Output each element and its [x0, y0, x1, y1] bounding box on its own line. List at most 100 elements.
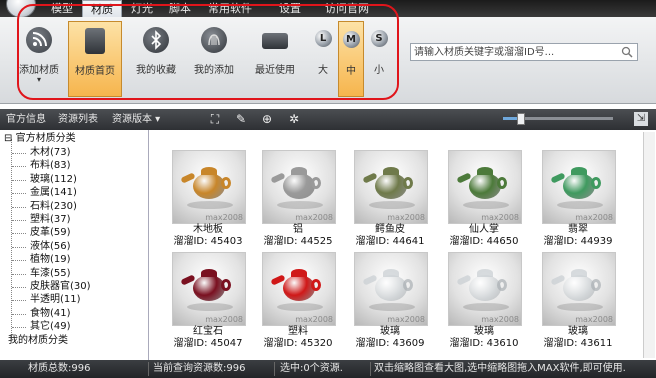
tree-item[interactable]: 木材(73) [12, 146, 71, 160]
teapot-handle [497, 177, 507, 189]
material-thumbnail[interactable]: max2008 [448, 150, 522, 224]
status-bar: 材质总数:996 当前查询资源数:996 选中:0个资源. 双击缩略图查看大图,… [0, 360, 656, 378]
material-id: 溜溜ID: 45403 [173, 236, 243, 247]
teapot-preview [469, 173, 501, 199]
thumbnail-shadow [557, 303, 603, 311]
material-thumbnail[interactable]: max2008 [542, 252, 616, 326]
material-card[interactable]: max2008 仙人掌 溜溜ID: 44650 [439, 150, 529, 250]
teapot-preview [563, 275, 595, 301]
material-card[interactable]: max2008 塑料 溜溜ID: 45320 [253, 252, 343, 352]
thumbnail-shadow [277, 303, 323, 311]
collapse-icon[interactable]: ⊟ [4, 133, 12, 144]
tree-item[interactable]: 食物(41) [12, 307, 71, 321]
teapot-lid [571, 167, 587, 175]
teapot-lid [201, 167, 217, 175]
tree-item[interactable]: 金属(141) [12, 186, 77, 200]
teapot-preview [563, 173, 595, 199]
material-name: 玻璃 [380, 326, 400, 337]
tree-my-categories[interactable]: 我的材质分类 [8, 334, 68, 348]
status-separator [274, 362, 275, 376]
material-name: 仙人掌 [469, 224, 499, 235]
thumbnail-shadow [463, 303, 509, 311]
slider-knob[interactable] [516, 113, 525, 125]
category-tree: ⊟ 官方材质分类 木材(73) 布料(83) 玻璃(112) 金属(141) 石料(23… [0, 130, 149, 360]
tree-item[interactable]: 其它(49) [12, 320, 71, 334]
material-card[interactable]: max2008 翡翠 溜溜ID: 44939 [533, 150, 623, 250]
tree-branch-line [12, 179, 26, 181]
teapot-preview [283, 275, 315, 301]
resource-list-tab[interactable]: 资源列表 [58, 109, 98, 130]
teapot-handle [591, 279, 601, 291]
material-thumbnail[interactable]: max2008 [448, 252, 522, 326]
material-thumbnail[interactable]: max2008 [172, 252, 246, 326]
tree-branch-line [12, 153, 26, 154]
teapot-preview [469, 275, 501, 301]
teapot-preview [193, 275, 225, 301]
tree-item[interactable]: 塑料(37) [12, 213, 71, 227]
thumbnail-shadow [187, 201, 233, 209]
tree-item[interactable]: 半透明(11) [12, 293, 81, 307]
teapot-preview [375, 275, 407, 301]
tree-item[interactable]: 玻璃(112) [12, 173, 77, 187]
teapot-lid [291, 167, 307, 175]
tree-item[interactable]: 皮革(59) [12, 226, 71, 240]
watermark: max2008 [295, 315, 333, 324]
material-id: 溜溜ID: 44939 [543, 236, 613, 247]
tree-root-label: 官方材质分类 [15, 133, 76, 144]
material-id: 溜溜ID: 45320 [263, 338, 333, 349]
material-card[interactable]: max2008 红宝石 溜溜ID: 45047 [163, 252, 253, 352]
tree-branch-line [12, 300, 26, 302]
teapot-lid [201, 269, 217, 277]
search-placeholder: 请输入材质关键字或溜溜ID号... [414, 47, 555, 58]
tree-item[interactable]: 石料(230) [12, 200, 77, 214]
material-thumbnail[interactable]: max2008 [262, 252, 336, 326]
tree-branch-line [12, 193, 26, 195]
material-id: 溜溜ID: 44525 [263, 236, 333, 247]
fit-view-icon[interactable]: ⛶ [208, 112, 222, 126]
tree-item[interactable]: 车漆(55) [12, 267, 71, 281]
material-thumbnail[interactable]: max2008 [354, 252, 428, 326]
watermark: max2008 [295, 213, 333, 222]
material-card[interactable]: max2008 铝溜溜ID: 44525 [253, 150, 343, 250]
material-thumbnail[interactable]: max2008 [542, 150, 616, 224]
scrollbar[interactable] [643, 132, 655, 358]
official-info-tab[interactable]: 官方信息 [6, 109, 46, 130]
material-card[interactable]: max2008 玻璃 溜溜ID: 43610 [439, 252, 529, 352]
zoom-icon[interactable]: ⊕ [260, 112, 274, 126]
watermark: max2008 [205, 315, 243, 324]
tree-item[interactable]: 植物(19) [12, 253, 71, 267]
tree-item[interactable]: 液体(56) [12, 240, 71, 254]
material-thumbnail[interactable]: max2008 [172, 150, 246, 224]
teapot-handle [311, 279, 321, 291]
material-id: 溜溜ID: 45047 [173, 338, 243, 349]
thumbnail-shadow [277, 201, 323, 209]
search-icon[interactable] [621, 46, 633, 58]
material-card[interactable]: max2008 玻璃 溜溜ID: 43609 [345, 252, 435, 352]
teapot-preview [375, 173, 407, 199]
teapot-handle [221, 177, 231, 189]
teapot-preview [283, 173, 315, 199]
material-thumbnail[interactable]: max2008 [354, 150, 428, 224]
material-id: 溜溜ID: 43609 [355, 338, 425, 349]
pin-icon[interactable]: ⇲ [634, 112, 648, 126]
tree-item[interactable]: 皮肤器官(30) [12, 280, 91, 294]
thumbnail-shadow [557, 201, 603, 209]
tree-item[interactable]: 布料(83) [12, 159, 71, 173]
resource-version-dropdown[interactable]: 资源版本 ▾ [112, 109, 160, 130]
search-input[interactable]: 请输入材质关键字或溜溜ID号... [410, 43, 638, 61]
status-hint: 双击缩略图查看大图,选中缩略图拖入MAX软件,即可使用. [374, 363, 626, 374]
tree-connector [11, 139, 12, 339]
tree-root[interactable]: ⊟ 官方材质分类 [4, 132, 76, 146]
material-card[interactable]: max2008 鳄鱼皮 溜溜ID: 44641 [345, 150, 435, 250]
material-card[interactable]: max2008 玻璃 溜溜ID: 43611 [533, 252, 623, 352]
material-thumbnail[interactable]: max2008 [262, 150, 336, 224]
brush-icon[interactable]: ✎ [234, 112, 248, 126]
material-id: 溜溜ID: 43611 [543, 338, 613, 349]
material-card[interactable]: max2008 木地板 溜溜ID: 45403 [163, 150, 253, 250]
settings-gear-icon[interactable]: ✲ [287, 112, 301, 126]
thumbnail-size-slider[interactable] [503, 113, 613, 125]
status-separator [370, 362, 371, 376]
teapot-handle [591, 177, 601, 189]
material-name: 木地板 [193, 224, 223, 235]
watermark: max2008 [481, 213, 519, 222]
